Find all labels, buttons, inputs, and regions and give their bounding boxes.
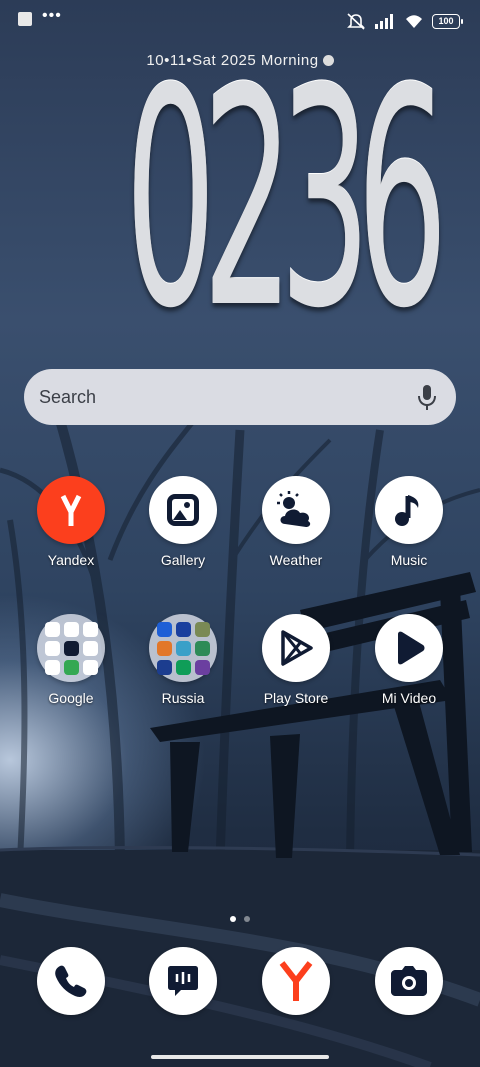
clock-widget[interactable]: 0236 bbox=[0, 25, 480, 374]
dock-phone[interactable] bbox=[21, 947, 121, 1015]
app-music[interactable]: Music bbox=[359, 476, 459, 568]
camera-icon bbox=[375, 947, 443, 1015]
home-gesture-bar[interactable] bbox=[151, 1055, 329, 1059]
search-bar[interactable]: Search bbox=[24, 369, 456, 425]
music-icon bbox=[375, 476, 443, 544]
folder-google[interactable]: Google bbox=[21, 614, 121, 706]
app-label: Russia bbox=[161, 690, 205, 706]
more-dots-icon: ••• bbox=[42, 7, 62, 24]
app-label: Yandex bbox=[47, 552, 95, 568]
microphone-icon[interactable] bbox=[416, 383, 438, 411]
folder-russia[interactable]: Russia bbox=[133, 614, 233, 706]
page-indicator bbox=[0, 909, 480, 927]
app-label: Gallery bbox=[160, 552, 206, 568]
folder-icon bbox=[37, 614, 105, 682]
gallery-icon bbox=[149, 476, 217, 544]
yandex-icon bbox=[37, 476, 105, 544]
app-label: Google bbox=[48, 690, 94, 706]
page-dot-active bbox=[230, 916, 236, 922]
mi-video-icon bbox=[375, 614, 443, 682]
yandex-browser-icon bbox=[262, 947, 330, 1015]
page-dot bbox=[244, 916, 250, 922]
search-placeholder: Search bbox=[39, 387, 97, 407]
dock-yandex-browser[interactable] bbox=[246, 947, 346, 1015]
clock-time: 0236 bbox=[124, 25, 448, 374]
app-label: Music bbox=[390, 552, 428, 568]
app-label: Weather bbox=[269, 552, 323, 568]
phone-icon bbox=[37, 947, 105, 1015]
battery-icon: 100 bbox=[432, 13, 463, 29]
dock-messages[interactable] bbox=[133, 947, 233, 1015]
app-weather[interactable]: Weather bbox=[246, 476, 346, 568]
app-label: Play Store bbox=[263, 690, 329, 706]
app-yandex[interactable]: Yandex bbox=[21, 476, 121, 568]
app-label: Mi Video bbox=[381, 690, 437, 706]
folder-icon bbox=[149, 614, 217, 682]
app-play-store[interactable]: Play Store bbox=[246, 614, 346, 706]
battery-level: 100 bbox=[438, 15, 454, 26]
messages-icon bbox=[149, 947, 217, 1015]
app-mi-video[interactable]: Mi Video bbox=[359, 614, 459, 706]
dock-camera[interactable] bbox=[359, 947, 459, 1015]
notification-square-icon bbox=[18, 12, 32, 26]
weather-icon bbox=[262, 476, 330, 544]
app-gallery[interactable]: Gallery bbox=[133, 476, 233, 568]
play-store-icon bbox=[262, 614, 330, 682]
